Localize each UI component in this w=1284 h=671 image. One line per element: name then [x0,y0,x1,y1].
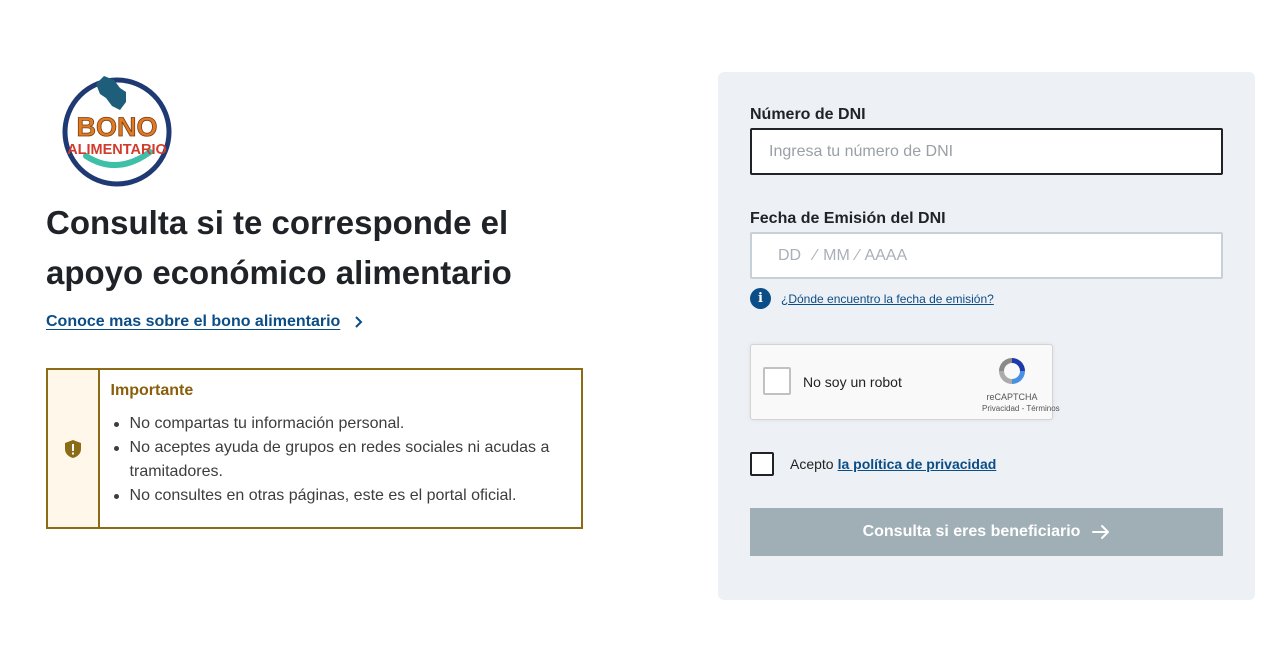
recaptcha-label: No soy un robot [803,374,902,390]
recaptcha-checkbox[interactable] [763,367,791,395]
notice-icon-area [48,370,100,527]
recaptcha-brand: reCAPTCHA Privacidad - Términos [982,355,1060,413]
recaptcha-logo-icon [999,358,1025,384]
arrow-right-icon [1092,525,1110,539]
bono-alimentario-logo: BONO ALIMENTARIO [62,76,172,187]
page: BONO ALIMENTARIO Consulta si te correspo… [0,0,1284,671]
list-item: No aceptes ayuda de grupos en redes soci… [111,436,569,484]
chevron-right-icon [355,316,363,328]
shield-alert-icon [64,439,81,458]
privacy-text: Acepto [790,456,834,472]
list-item: No consultes en otras páginas, este es e… [111,484,569,508]
dni-input[interactable] [750,128,1223,175]
emission-date-input[interactable] [750,232,1223,279]
info-icon: i [750,288,771,309]
recaptcha-terms[interactable]: Privacidad - Términos [982,404,1060,413]
submit-label: Consulta si eres beneficiario [862,523,1081,540]
where-date-link[interactable]: ¿Dónde encuentro la fecha de emisión? [781,292,994,306]
notice-title: Importante [110,382,194,399]
privacy-checkbox[interactable] [750,452,774,476]
list-item: No compartas tu información personal. [111,412,569,436]
date-label: Fecha de Emisión del DNI [750,210,946,227]
submit-button[interactable]: Consulta si eres beneficiario [750,508,1223,556]
important-notice: Importante No compartas tu información p… [46,368,583,529]
consulta-form-panel: Número de DNI Fecha de Emisión del DNI i… [718,72,1255,600]
dni-label: Número de DNI [750,106,866,123]
page-title: Consulta si te corresponde el apoyo econ… [46,204,512,291]
recaptcha-brand-name: reCAPTCHA [986,392,1038,402]
privacy-consent: Acepto la política de privacidad [750,452,996,476]
recaptcha-widget: No soy un robot reCAPTCHA Privacidad - T… [750,344,1060,420]
notice-content: Importante No compartas tu información p… [100,370,581,527]
logo-line2: ALIMENTARIO [67,142,167,158]
learn-more-label: Conoce mas sobre el bono alimentario [46,313,341,330]
date-help: i ¿Dónde encuentro la fecha de emisión? [750,288,994,309]
notice-list: No compartas tu información personal. No… [111,412,569,508]
logo-line1: BONO [77,112,158,142]
learn-more-link[interactable]: Conoce mas sobre el bono alimentario [46,313,364,331]
privacy-policy-link[interactable]: la política de privacidad [838,456,997,472]
